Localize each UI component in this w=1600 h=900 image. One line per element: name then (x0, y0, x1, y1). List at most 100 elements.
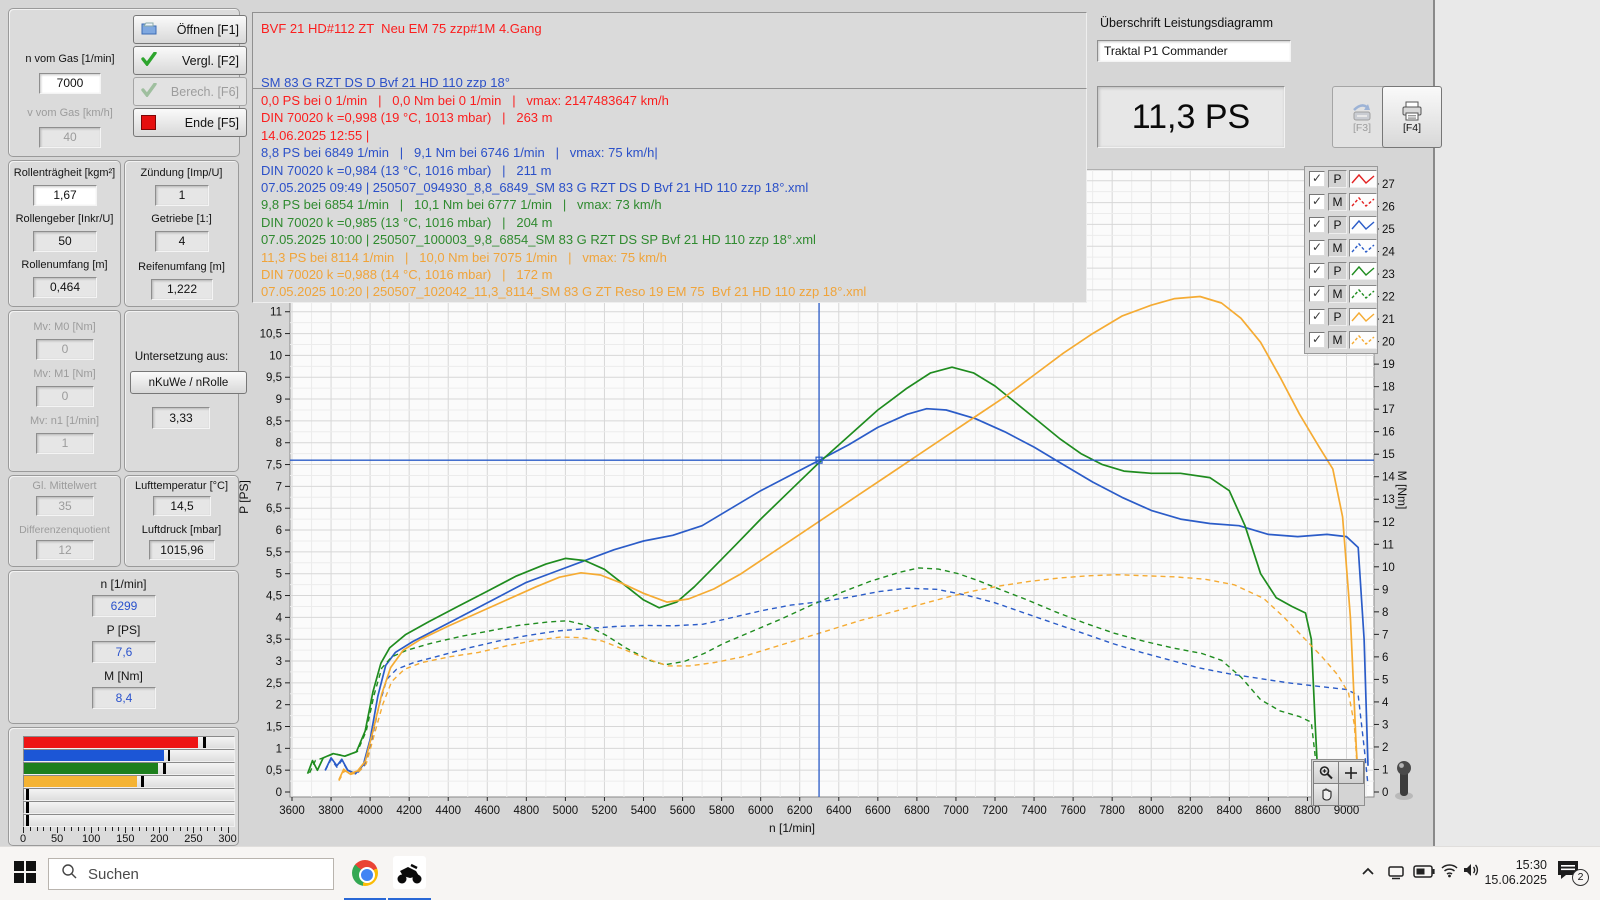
run-title-line: BVF 21 HD#112 ZT Neu EM 75 zzp#1M 4.Gang (261, 21, 542, 36)
svg-text:10,5: 10,5 (260, 329, 282, 341)
legend-row: ✓M (1305, 190, 1377, 213)
svg-text:6,5: 6,5 (266, 503, 282, 515)
svg-text:8400: 8400 (1217, 805, 1243, 817)
notification-center-button[interactable]: 2 (1556, 859, 1590, 889)
lufttemperatur-field[interactable]: 14,5 (153, 496, 211, 516)
taskbar: Suchen 15:30 15.06.2025 (0, 846, 1600, 900)
legend-checkbox[interactable]: ✓ (1309, 286, 1325, 302)
print-button[interactable]: [F4] (1382, 86, 1442, 148)
legend-line-sample[interactable] (1349, 331, 1377, 349)
check-icon (141, 52, 157, 69)
meter-tick (139, 827, 140, 831)
legend-line-sample[interactable] (1349, 308, 1377, 326)
tray-clock[interactable]: 15:30 15.06.2025 (1470, 858, 1547, 888)
v-vom-gas-field: 40 (39, 127, 101, 148)
legend-series-label: M (1328, 239, 1347, 257)
svg-text:7200: 7200 (982, 805, 1008, 817)
legend-checkbox[interactable]: ✓ (1309, 309, 1325, 325)
magnifier-icon (1318, 765, 1334, 781)
meter-tick (173, 827, 174, 831)
info-line: DIN 70020 k =0,985 (13 °C, 1016 mbar) | … (253, 214, 1086, 231)
taskbar-dyno-app-button[interactable] (388, 851, 431, 898)
meter-tick (64, 827, 65, 831)
differenzenquotient-label: Differenzenquotient (9, 524, 120, 536)
legend-checkbox[interactable]: ✓ (1309, 332, 1325, 348)
svg-text:11: 11 (270, 307, 282, 319)
pan-tool-button[interactable] (1313, 783, 1339, 806)
rollenumfang-field[interactable]: 0,464 (33, 277, 97, 298)
toggle-switch[interactable] (1393, 758, 1415, 802)
legend-checkbox[interactable]: ✓ (1309, 240, 1325, 256)
legend-line-sample[interactable] (1349, 285, 1377, 303)
svg-text:P [PS]: P [PS] (237, 480, 251, 514)
tray-chevron[interactable] (1360, 864, 1376, 885)
taskbar-search-box[interactable]: Suchen (48, 858, 334, 890)
legend-line-sample[interactable] (1349, 239, 1377, 257)
meter-tick (221, 827, 222, 831)
svg-text:7000: 7000 (943, 805, 969, 817)
power-value: 11,3 PS (1132, 98, 1250, 137)
tray-cast-icon[interactable] (1387, 864, 1405, 885)
info-line: 8,8 PS bei 6849 1/min | 9,1 Nm bei 6746 … (253, 144, 1086, 161)
run-titles-textbox[interactable]: BVF 21 HD#112 ZT Neu EM 75 zzp#1M 4.Gang… (252, 12, 1087, 90)
graph-tools-palette (1311, 759, 1365, 806)
legend-series-label: P (1328, 262, 1347, 280)
calc-button: Berech. [F6] (133, 77, 247, 106)
luftdruck-field[interactable]: 1015,96 (149, 540, 215, 560)
meter-marker (168, 750, 171, 761)
legend-checkbox[interactable]: ✓ (1309, 217, 1325, 233)
meter-tick (200, 827, 201, 831)
legend-row: ✓P (1305, 305, 1377, 328)
n-vom-gas-input[interactable]: 7000 (39, 73, 101, 94)
zuendung-field[interactable]: 1 (155, 185, 209, 206)
svg-text:0: 0 (1382, 787, 1388, 799)
svg-text:2: 2 (1382, 742, 1388, 754)
legend-checkbox[interactable]: ✓ (1309, 263, 1325, 279)
info-line: DIN 70020 k =0,988 (14 °C, 1016 mbar) | … (253, 266, 1086, 283)
mv-m1-field: 0 (36, 386, 94, 407)
untersetzung-value-field[interactable]: 3,33 (152, 407, 210, 429)
info-line: 07.05.2025 09:49 | 250507_094930_8,8_684… (253, 179, 1086, 196)
compare-button[interactable]: Vergl. [F2] (133, 46, 247, 75)
live-n-field: 6299 (92, 595, 156, 617)
legend-line-sample[interactable] (1349, 262, 1377, 280)
cursor-tool-button[interactable] (1338, 761, 1364, 784)
legend-line-sample[interactable] (1349, 216, 1377, 234)
meter-tick (146, 827, 147, 831)
svg-text:3: 3 (1382, 719, 1388, 731)
tray-wifi-icon[interactable] (1440, 862, 1459, 883)
tray-battery-icon[interactable] (1413, 865, 1435, 883)
legend-checkbox[interactable]: ✓ (1309, 171, 1325, 187)
legend-line-sample[interactable] (1349, 193, 1377, 211)
air-panel: Lufttemperatur [°C] 14,5 Luftdruck [mbar… (124, 475, 239, 567)
meter-tick-label: 200 (150, 833, 168, 845)
rollengeber-field[interactable]: 50 (33, 231, 97, 252)
legend-line-sample[interactable] (1349, 170, 1377, 188)
zoom-tool-button[interactable] (1313, 761, 1339, 784)
meter-bar (24, 776, 137, 787)
svg-text:4: 4 (1382, 697, 1389, 709)
meter-tick (105, 827, 106, 831)
rollentraegheit-input[interactable]: 1,67 (33, 185, 97, 206)
svg-text:5200: 5200 (592, 805, 618, 817)
untersetzung-source-selector[interactable]: nKuWe / nRolle (130, 371, 247, 394)
legend-checkbox[interactable]: ✓ (1309, 194, 1325, 210)
caption-input[interactable]: Traktal P1 Commander (1097, 40, 1291, 62)
meter-marker (26, 789, 29, 800)
meter-tick-label: 300 (218, 833, 236, 845)
reifenumfang-field[interactable]: 1,222 (151, 279, 213, 300)
measurement-info-textbox[interactable]: 0,0 PS bei 0 1/min | 0,0 Nm bei 0 1/min … (252, 88, 1087, 303)
taskbar-chrome-button[interactable] (344, 851, 386, 898)
meter-bar (24, 763, 158, 774)
end-button[interactable]: Ende [F5] (133, 108, 247, 137)
getriebe-field[interactable]: 4 (155, 231, 209, 252)
start-button[interactable] (14, 861, 36, 888)
meter-slot (23, 775, 235, 788)
live-p-field: 7,6 (92, 641, 156, 663)
meter-tick (118, 827, 119, 831)
open-button[interactable]: Öffnen [F1] (133, 15, 247, 44)
info-line: 07.05.2025 10:20 | 250507_102042_11,3_81… (253, 283, 1086, 300)
meter-tick-label: 50 (51, 833, 63, 845)
svg-text:1: 1 (276, 743, 282, 755)
svg-text:20: 20 (1382, 337, 1395, 349)
